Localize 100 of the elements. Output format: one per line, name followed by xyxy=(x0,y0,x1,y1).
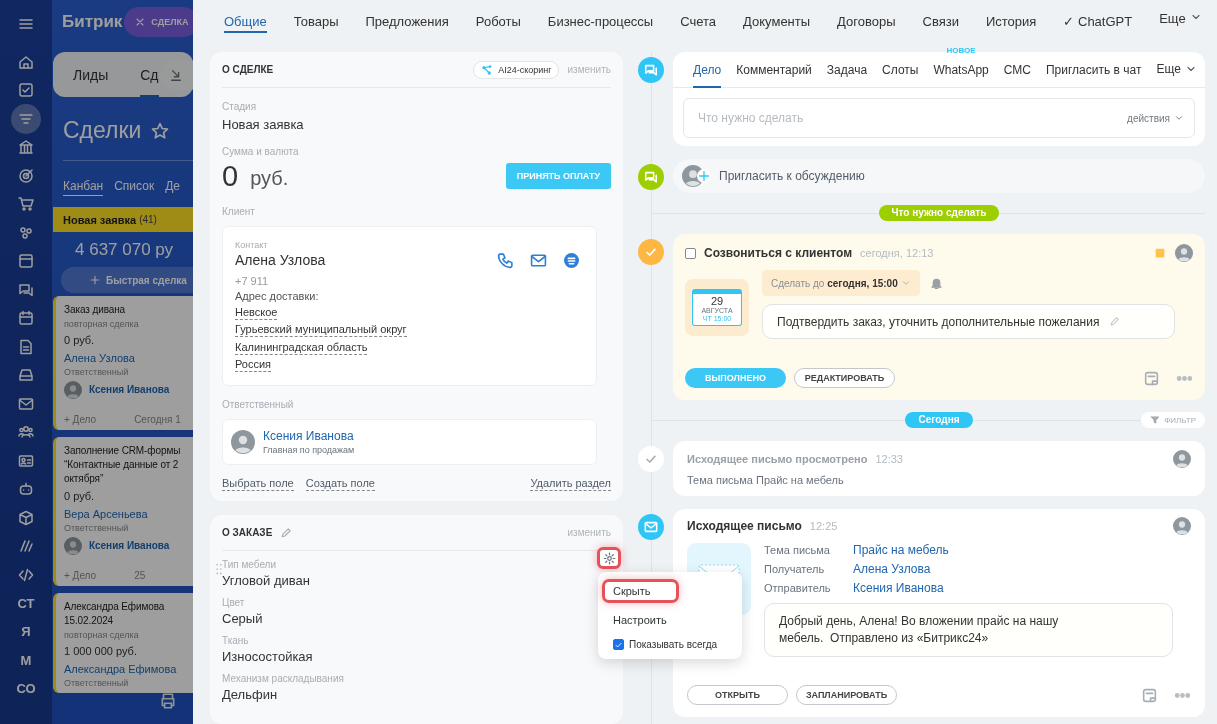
view-tab[interactable]: Де xyxy=(165,178,180,196)
calendar-icon[interactable] xyxy=(18,310,34,327)
document-icon[interactable] xyxy=(18,338,34,355)
star-icon[interactable] xyxy=(151,121,170,140)
actions-dropdown[interactable]: действия xyxy=(1127,112,1184,124)
code-icon[interactable] xyxy=(18,566,34,583)
delete-section-link[interactable]: Удалить раздел xyxy=(530,477,611,492)
tab[interactable]: История xyxy=(985,11,1037,33)
tab[interactable]: Бизнес-процессы xyxy=(547,11,654,33)
menu-item[interactable]: Скрыть xyxy=(602,579,679,603)
more-tab[interactable]: Еще xyxy=(1156,51,1197,88)
contact-link[interactable]: Алена Узлова xyxy=(64,351,135,365)
column-count: (41) xyxy=(139,214,157,225)
field-link[interactable]: Прайс на мебель xyxy=(853,543,949,557)
funnel-icon[interactable] xyxy=(1150,415,1161,425)
gear-icon[interactable] xyxy=(602,551,616,565)
checkbox-label[interactable]: Показывать всегда xyxy=(629,639,718,650)
email-title: Исходящее письмо xyxy=(687,519,802,533)
chat-icon xyxy=(638,57,664,83)
deal-card[interactable]: Заполнение CRM-формы “Контактные данные от 2 октября” 0 руб. Вера Арсеньева Ответственный Ксения Иванова + Дело 25 xyxy=(53,437,193,586)
slashes-icon[interactable] xyxy=(18,538,34,555)
checkbox-icon[interactable] xyxy=(18,82,34,99)
responsible-link[interactable]: Ксения Иванова xyxy=(263,429,355,444)
field-link[interactable]: Выбрать поле xyxy=(222,477,294,492)
tab[interactable]: СМС xyxy=(1003,51,1031,88)
contact-link[interactable]: Вера Арсеньева xyxy=(64,507,148,521)
deadline-button[interactable]: Сделать до сегодня, 15:00 xyxy=(762,270,920,296)
tab[interactable]: Дело xyxy=(693,51,722,88)
sidebar-item[interactable]: СО xyxy=(12,678,40,700)
mail-icon[interactable] xyxy=(18,395,34,412)
caret-icon[interactable] xyxy=(1174,113,1184,123)
bell-icon[interactable] xyxy=(929,276,943,290)
building-icon[interactable] xyxy=(18,139,34,156)
more-tab[interactable]: Еще xyxy=(1159,11,1202,33)
page-title: Сделки xyxy=(63,117,142,144)
window-icon[interactable] xyxy=(18,253,34,270)
card-date: 25 xyxy=(134,569,146,582)
checkbox[interactable] xyxy=(613,639,624,650)
mail-icon[interactable] xyxy=(530,252,547,269)
address-link[interactable]: Россия xyxy=(235,358,272,373)
caret-icon xyxy=(900,278,911,288)
tab[interactable]: Роботы xyxy=(475,11,521,33)
settings-button[interactable] xyxy=(597,547,621,570)
arrow-icon[interactable] xyxy=(169,68,183,82)
action-button[interactable]: ЗАПЛАНИРОВАТЬ xyxy=(796,685,897,705)
tab[interactable]: Товары xyxy=(293,11,339,33)
field-link[interactable]: Создать поле xyxy=(305,477,375,492)
address-link[interactable]: Калининградская область xyxy=(235,340,368,355)
tab[interactable]: Комментарий xyxy=(736,51,812,88)
menu-item[interactable]: Настроить xyxy=(602,608,678,632)
section-tag: Сегодня xyxy=(905,412,973,428)
task-input[interactable]: Что нужно сделать действия xyxy=(683,98,1195,138)
tab[interactable]: Пригласить в чат xyxy=(1046,51,1142,88)
tab[interactable]: Задача xyxy=(826,51,868,88)
tab[interactable]: Связи xyxy=(922,11,959,33)
section-title: О СДЕЛКЕ xyxy=(222,64,274,75)
sidebar-item[interactable]: СТ xyxy=(13,592,39,614)
chat-icon[interactable] xyxy=(18,281,34,298)
checkbox[interactable] xyxy=(685,247,696,259)
tab[interactable]: Счета xyxy=(680,11,717,33)
edit-button[interactable]: РЕДАКТИРОВАТЬ xyxy=(794,368,895,388)
tab[interactable]: Документы xyxy=(743,11,811,33)
responsible-link[interactable]: Ксения Иванова xyxy=(89,383,170,397)
scoring-badge[interactable]: AI24-скоринг xyxy=(473,60,560,79)
target-icon[interactable] xyxy=(18,167,34,184)
contact-link[interactable]: Александра Ефимова xyxy=(64,662,177,676)
tab[interactable]: Слоты xyxy=(882,51,919,88)
dots-icon[interactable] xyxy=(18,224,34,241)
field-link[interactable]: Ксения Иванова xyxy=(853,581,944,595)
printer-icon[interactable] xyxy=(159,692,177,710)
note-icon[interactable] xyxy=(1141,686,1158,704)
home-icon[interactable] xyxy=(18,53,34,70)
view-tab[interactable]: Канбан xyxy=(63,178,104,196)
tray-icon[interactable] xyxy=(18,367,34,384)
tab[interactable]: Общие xyxy=(224,11,267,33)
tab[interactable]: Предложения xyxy=(365,11,449,33)
chat-icon[interactable] xyxy=(563,252,580,269)
tab[interactable]: Сд xyxy=(140,52,159,97)
invite-button[interactable]: Пригласить к обсуждению xyxy=(673,159,1205,193)
tab[interactable]: ✓ ChatGPT xyxy=(1063,11,1133,33)
plus-icon[interactable] xyxy=(697,169,711,183)
tab[interactable]: Лиды xyxy=(73,52,109,97)
contact-card-icon[interactable] xyxy=(18,452,34,469)
cube-icon[interactable] xyxy=(18,509,34,526)
robot-icon[interactable] xyxy=(18,481,34,498)
responsible-link[interactable]: Ксения Иванова xyxy=(89,539,170,553)
deal-card[interactable]: Александра Ефимова 15.02.2024 повторная сделка 1 000 000 руб. Александра Ефимова Ответственный xyxy=(53,593,193,693)
deal-card[interactable]: Заказ дивана повторная сделка 0 руб. Алена Узлова Ответственный Ксения Иванова + Дело Сегодня 1 xyxy=(53,296,193,430)
action-button[interactable]: ОТКРЫТЬ xyxy=(687,685,788,705)
cart-icon[interactable] xyxy=(18,196,34,213)
filter-icon[interactable] xyxy=(11,103,41,134)
phone-icon[interactable] xyxy=(497,252,514,269)
sidebar-item[interactable]: Я xyxy=(17,621,35,643)
address-link[interactable]: Невское xyxy=(235,305,278,320)
field-link[interactable]: Алена Узлова xyxy=(853,562,931,576)
tab[interactable]: Договоры xyxy=(837,11,896,33)
sidebar-item[interactable]: М xyxy=(16,649,36,671)
view-tab[interactable]: Список xyxy=(114,178,155,196)
address-link[interactable]: Гурьевский муниципальный округ xyxy=(235,323,407,338)
people-icon[interactable] xyxy=(18,424,34,441)
